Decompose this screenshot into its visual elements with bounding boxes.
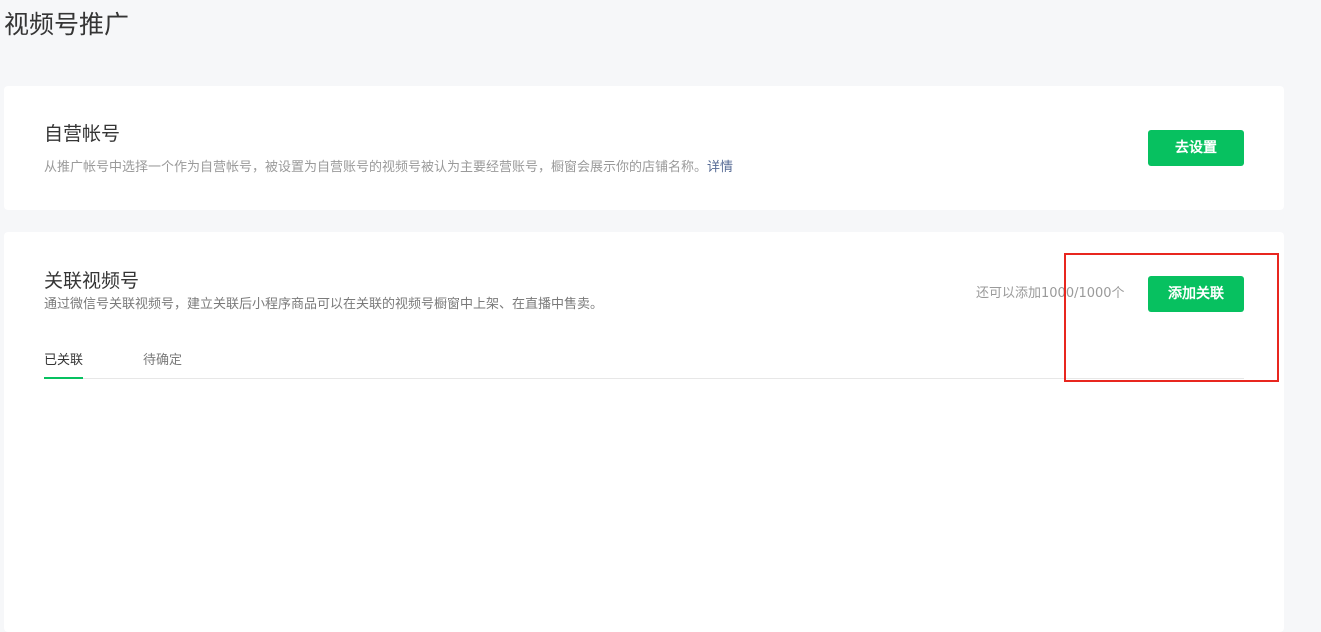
page-title: 视频号推广 [4,10,130,39]
tab-linked[interactable]: 已关联 [44,352,84,379]
quota-text: 还可以添加1000/1000个 [976,286,1125,301]
linked-channels-description: 通过微信号关联视频号，建立关联后小程序商品可以在关联的视频号橱窗中上架、在直播中… [44,297,604,312]
set-own-account-button[interactable]: 去设置 [1148,130,1244,166]
tab-pending[interactable]: 待确定 [143,352,182,377]
linked-channels-card: 关联视频号 通过微信号关联视频号，建立关联后小程序商品可以在关联的视频号橱窗中上… [4,232,1284,632]
linked-channels-title: 关联视频号 [44,270,140,292]
page-margin [1296,0,1321,620]
own-account-description: 从推广帐号中选择一个作为自营帐号，被设置为自营账号的视频号被认为主要经营账号，橱… [44,159,733,177]
own-account-card: 自营帐号 从推广帐号中选择一个作为自营帐号，被设置为自营账号的视频号被认为主要经… [4,86,1284,210]
linked-tabs: 已关联 待确定 [44,342,1244,379]
own-account-title: 自营帐号 [44,123,121,145]
own-account-description-text: 从推广帐号中选择一个作为自营帐号，被设置为自营账号的视频号被认为主要经营账号，橱… [44,160,708,175]
detail-link[interactable]: 详情 [707,160,733,175]
add-link-button[interactable]: 添加关联 [1148,276,1244,312]
